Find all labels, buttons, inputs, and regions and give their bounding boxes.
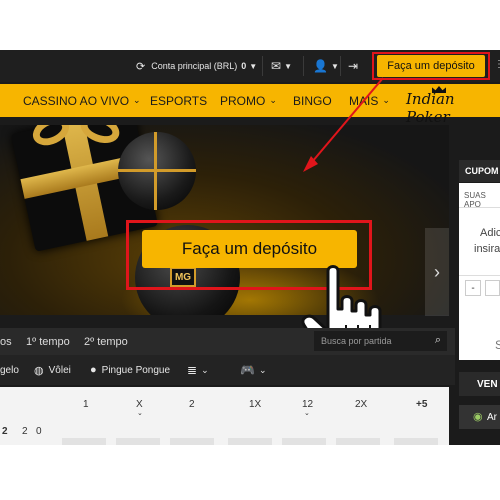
search-placeholder: Busca por partida <box>321 336 392 346</box>
table-tennis-icon: ● <box>90 364 97 376</box>
column-header: 2X <box>355 399 368 410</box>
score-value: 2 <box>2 426 8 437</box>
match-search-input[interactable]: Busca por partida ⌕ <box>314 331 447 351</box>
account-label: Conta principal (BRL) <box>151 61 238 71</box>
esports-dropdown[interactable]: 🎮 ⌄ <box>240 355 267 385</box>
app-screenshot: ⟳ Conta principal (BRL) 0 ▼ ✉ ▼ 👤 ▼ ⇥ Fa… <box>0 50 500 445</box>
android-label: Ar <box>487 411 497 423</box>
balance-value: 0 <box>241 61 247 71</box>
odds-cell[interactable] <box>116 438 160 445</box>
gamepad-icon: 🎮 <box>240 363 255 377</box>
logout-button[interactable]: ⇥ <box>348 50 358 82</box>
chevron-down-icon: ▼ <box>284 61 292 71</box>
stake-input[interactable] <box>485 280 500 296</box>
search-icon[interactable]: ⌕ <box>435 334 441 347</box>
chevron-down-icon: ▼ <box>249 61 258 71</box>
sport-item-table-tennis[interactable]: ● Pingue Pongue <box>90 355 170 385</box>
column-header: 1X <box>249 399 262 410</box>
chevron-down-icon: ⌄ <box>133 95 141 105</box>
period-tabs: os 1º tempo 2º tempo Busca por partida ⌕ <box>0 328 455 355</box>
more-sports-dropdown[interactable]: ≣ ⌄ <box>187 355 209 385</box>
mail-icon: ✉ <box>271 59 282 73</box>
column-header: 2 <box>189 399 195 410</box>
score-value: 2 <box>22 426 28 437</box>
nav-item-promo[interactable]: PROMO ⌄ <box>220 84 277 117</box>
highlight-box <box>372 52 490 80</box>
odds-cell[interactable] <box>336 438 380 445</box>
nav-label: CASSINO AO VIVO <box>23 93 130 108</box>
nav-label: PROMO <box>220 93 266 108</box>
odds-cell[interactable] <box>282 438 326 445</box>
messages-button[interactable]: ✉ ▼ <box>271 50 292 82</box>
user-icon: 👤 <box>313 59 328 73</box>
chevron-down-icon: ⌄ <box>258 364 267 375</box>
chevron-down-icon: ⌄ <box>269 95 277 105</box>
tab-full-match[interactable]: os <box>0 328 12 355</box>
main-nav: CASSINO AO VIVO ⌄ ESPORTS PROMO ⌄ BINGO … <box>0 84 500 126</box>
volleyball-icon: ◍ <box>34 364 44 377</box>
sport-item-ice-hockey[interactable]: gelo <box>0 355 19 385</box>
nav-item-esports[interactable]: ESPORTS <box>150 84 207 117</box>
chevron-down-icon[interactable]: ⌄ <box>137 409 143 417</box>
odds-cell[interactable] <box>394 438 438 445</box>
sport-item-volleyball[interactable]: ◍ Vôlei <box>34 355 71 385</box>
nav-item-live-casino[interactable]: CASSINO AO VIVO ⌄ <box>23 84 141 117</box>
chevron-down-icon: ⌄ <box>382 95 390 105</box>
basketball-image <box>118 132 196 210</box>
chevron-down-icon[interactable]: ⌄ <box>304 409 310 417</box>
sport-label: gelo <box>0 364 19 376</box>
sports-filter-row: gelo ◍ Vôlei ● Pingue Pongue ≣ ⌄ 🎮 ⌄ <box>0 355 455 385</box>
chevron-right-icon[interactable]: › <box>425 228 449 316</box>
nav-item-more[interactable]: MAIS ⌄ <box>349 84 390 117</box>
coupon-header[interactable]: CUPOM <box>459 160 500 182</box>
divider <box>340 56 341 76</box>
coupon-footer: S <box>459 298 500 360</box>
nav-label: ESPORTS <box>150 93 208 108</box>
odds-cell[interactable] <box>228 438 272 445</box>
site-logo[interactable]: Indian Poker <box>406 90 500 126</box>
account-selector[interactable]: ⟳ Conta principal (BRL) 0 ▼ <box>136 50 257 82</box>
divider <box>262 56 263 76</box>
score-value: 0 <box>36 426 42 437</box>
chevron-down-icon: ⌄ <box>201 364 209 375</box>
odds-cell[interactable] <box>62 438 106 445</box>
odds-cell[interactable] <box>170 438 214 445</box>
nav-label: MAIS <box>349 93 379 108</box>
android-app-button[interactable]: ◉ Ar <box>459 405 500 429</box>
odds-table-header: 1 X 2 1X 12 2X +5 ⌄ ⌄ <box>0 387 449 422</box>
column-header: +5 <box>416 399 428 410</box>
sell-section-header[interactable]: VEN <box>459 372 500 396</box>
top-bar: ⟳ Conta principal (BRL) 0 ▼ ✉ ▼ 👤 ▼ ⇥ Fa… <box>0 50 500 82</box>
nav-item-bingo[interactable]: BINGO <box>293 84 332 117</box>
sport-label: Vôlei <box>48 364 71 376</box>
column-header: 1 <box>83 399 89 410</box>
sport-label: Pingue Pongue <box>101 364 171 376</box>
stake-label: S <box>495 338 500 352</box>
divider <box>459 275 500 276</box>
coupon-hint: Adic <box>480 227 500 239</box>
nav-label: BINGO <box>293 93 332 108</box>
decrease-stake-button[interactable]: - <box>465 280 481 296</box>
tab-first-half[interactable]: 1º tempo <box>26 328 70 355</box>
more-icon[interactable]: ⋮ <box>494 59 500 70</box>
divider <box>303 56 304 76</box>
android-icon: ◉ <box>473 411 483 423</box>
chevron-down-icon: ▼ <box>330 61 339 71</box>
refresh-icon[interactable]: ⟳ <box>136 60 145 73</box>
list-icon: ≣ <box>187 363 198 377</box>
divider <box>459 207 500 208</box>
user-menu-button[interactable]: 👤 ▼ <box>313 50 339 82</box>
coupon-body: SUAS APO Adic insira - <box>459 183 500 298</box>
coupon-hint: insira <box>474 243 500 255</box>
tab-second-half[interactable]: 2º tempo <box>84 328 128 355</box>
logout-icon: ⇥ <box>348 59 359 73</box>
